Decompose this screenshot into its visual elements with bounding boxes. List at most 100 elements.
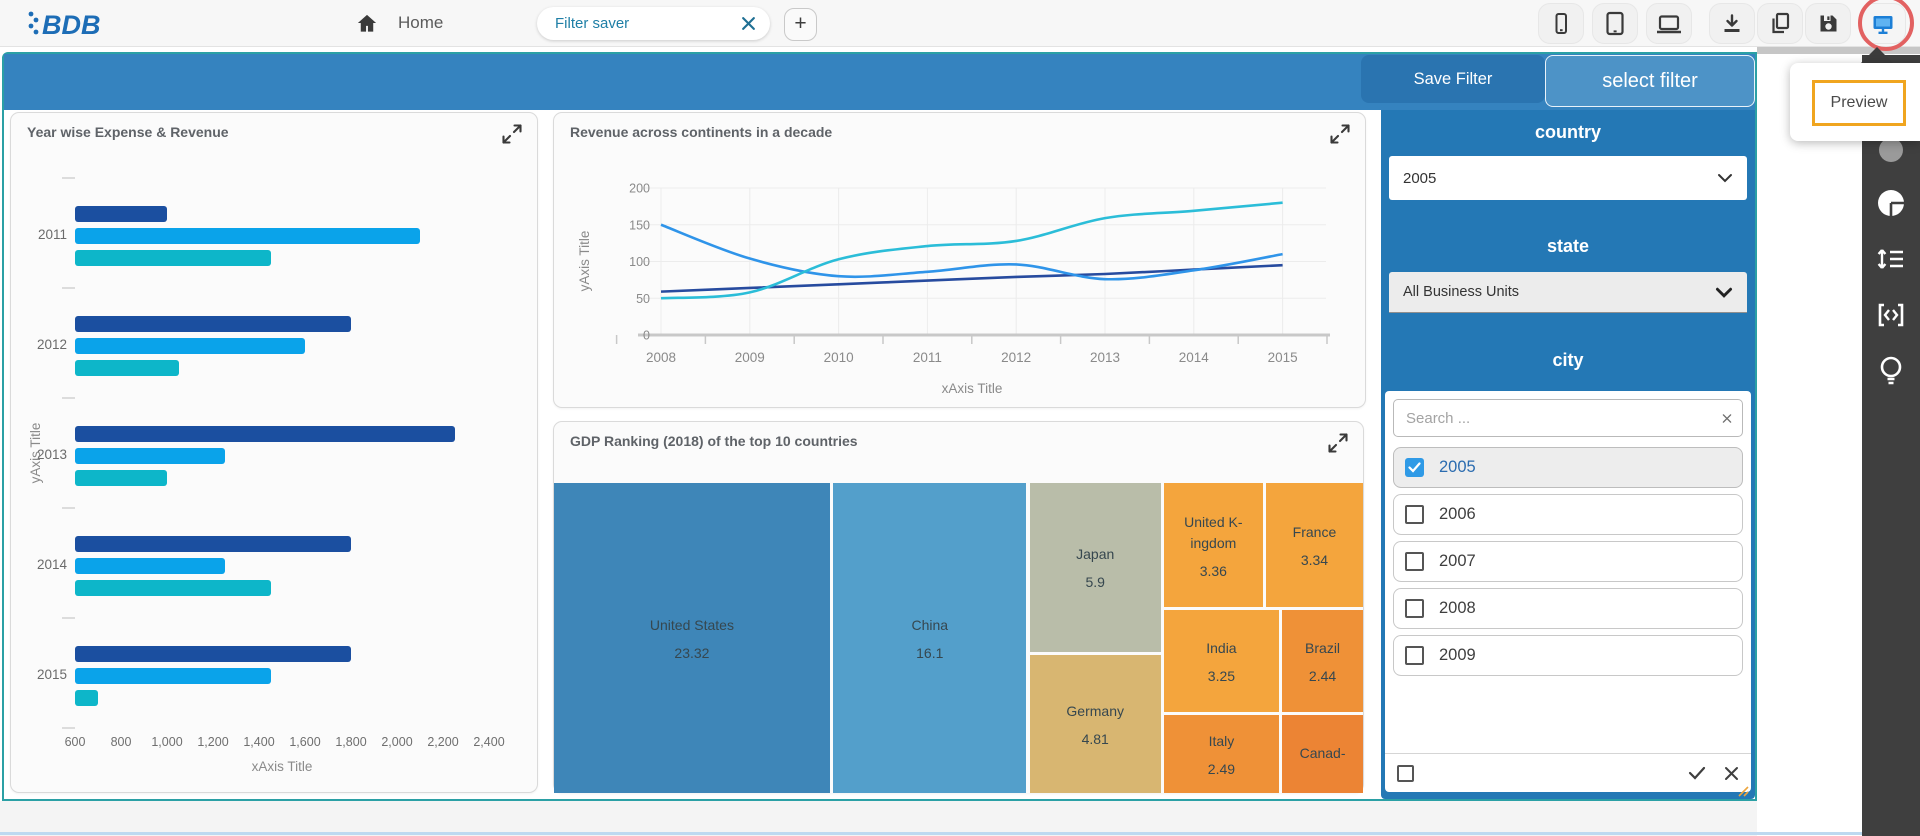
city-list-item[interactable]: 2008: [1393, 588, 1743, 629]
bar-group-label: 2015: [17, 667, 67, 682]
new-tab-button[interactable]: +: [784, 8, 817, 41]
bar-2014-series-blue[interactable]: [75, 558, 225, 574]
line-navy[interactable]: [661, 265, 1283, 291]
xaxis-tick-label: 2014: [1159, 350, 1229, 365]
xaxis-tick-label: 2013: [1070, 350, 1140, 365]
close-tab-icon[interactable]: [741, 16, 756, 31]
bar-2011-series-navy[interactable]: [75, 206, 167, 222]
bar-2014-series-teal[interactable]: [75, 580, 271, 596]
treemap-tile-united-k-[interactable]: United K- ingdom3.36: [1164, 483, 1263, 607]
sort-list-icon[interactable]: [1876, 247, 1906, 276]
xaxis-tick-label: 600: [49, 735, 101, 749]
download-button[interactable]: [1709, 3, 1755, 44]
country-select[interactable]: 2005: [1389, 156, 1747, 200]
yaxis-tick: [62, 287, 75, 289]
city-item-label: 2006: [1439, 505, 1476, 524]
copy-button[interactable]: [1757, 3, 1803, 44]
expand-treemap-button[interactable]: [1325, 430, 1351, 456]
treemap-tile-germany[interactable]: Germany4.81: [1030, 655, 1161, 793]
treemap-tile-canad-[interactable]: Canad-: [1282, 715, 1363, 793]
line-blue[interactable]: [661, 225, 1283, 280]
treemap-tile-value: 2.44: [1309, 668, 1336, 684]
bar-2013-series-teal[interactable]: [75, 470, 167, 486]
chevron-down-icon: [1717, 173, 1733, 183]
page-bottom-line: [0, 832, 1862, 835]
treemap-tile-label: France: [1293, 522, 1337, 543]
document-tab-filter-saver[interactable]: Filter saver: [537, 7, 770, 40]
treemap-tile-brazil[interactable]: Brazil 2.44: [1282, 610, 1363, 712]
bar-2012-series-navy[interactable]: [75, 316, 351, 332]
bar-2013-series-navy[interactable]: [75, 426, 455, 442]
laptop-preview-button[interactable]: [1646, 3, 1692, 44]
bar-2013-series-blue[interactable]: [75, 448, 225, 464]
city-list-item[interactable]: 2006: [1393, 494, 1743, 535]
laptop-icon: [1655, 12, 1683, 36]
select-all-checkbox[interactable]: [1397, 765, 1414, 782]
bdb-logo[interactable]: BDB: [26, 8, 116, 40]
treemap-tile-value: 3.25: [1208, 668, 1235, 684]
bar-2012-series-blue[interactable]: [75, 338, 305, 354]
chevron-down-icon: [1715, 287, 1733, 298]
home-icon[interactable]: [355, 12, 379, 35]
clear-search-icon[interactable]: [1712, 413, 1742, 424]
treemap-tile-india[interactable]: India3.25: [1164, 610, 1279, 712]
apply-check-icon[interactable]: [1688, 766, 1706, 780]
code-icon[interactable]: [1876, 301, 1906, 334]
bar-2011-series-teal[interactable]: [75, 250, 271, 266]
checkbox-unchecked[interactable]: [1405, 599, 1424, 618]
doughnut-chart-icon[interactable]: [1876, 188, 1906, 223]
treemap-tile-china[interactable]: China16.1: [833, 483, 1026, 793]
treemap-tile-france[interactable]: France 3.34: [1266, 483, 1363, 607]
treemap-tile-united-states[interactable]: United States23.32: [554, 483, 830, 793]
tab-save-filter[interactable]: Save Filter: [1361, 55, 1545, 103]
state-select-value: All Business Units: [1403, 284, 1519, 300]
state-select[interactable]: All Business Units: [1389, 272, 1747, 313]
xaxis-tick-label: 2010: [804, 350, 874, 365]
preview-label: Preview: [1831, 94, 1888, 112]
treemap-tile-italy[interactable]: Italy2.49: [1164, 715, 1279, 793]
circle-icon[interactable]: [1879, 138, 1903, 162]
yaxis-tick-label: 50: [636, 292, 650, 306]
bar-2014-series-navy[interactable]: [75, 536, 351, 552]
bar-2015-series-navy[interactable]: [75, 646, 351, 662]
treemap-tile-value: 4.81: [1082, 731, 1109, 747]
city-item-label: 2009: [1439, 646, 1476, 665]
checkbox-unchecked[interactable]: [1405, 505, 1424, 524]
treemap-tile-value: 3.34: [1301, 552, 1328, 568]
bar-2011-series-blue[interactable]: [75, 228, 420, 244]
desktop-preview-button[interactable]: [1860, 3, 1906, 44]
save-button[interactable]: [1805, 3, 1851, 44]
xaxis-tick-label: 1,400: [233, 735, 285, 749]
city-search-input[interactable]: [1394, 410, 1712, 427]
line-cyan[interactable]: [661, 203, 1283, 299]
mobile-preview-button[interactable]: [1538, 3, 1584, 44]
bar-chart-card: Year wise Expense & Revenue 201120122013…: [10, 112, 538, 793]
clear-x-icon[interactable]: [1724, 766, 1739, 781]
city-heading: city: [1381, 350, 1755, 371]
city-list-item[interactable]: 2009: [1393, 635, 1743, 676]
tablet-preview-button[interactable]: [1592, 3, 1638, 44]
city-list-item[interactable]: 2007: [1393, 541, 1743, 582]
yaxis-tick: [62, 177, 75, 179]
resize-handle-icon[interactable]: [1735, 783, 1749, 797]
city-list-item[interactable]: 2005: [1393, 447, 1743, 488]
treemap-tile-japan[interactable]: Japan5.9: [1030, 483, 1161, 652]
tab-select-filter[interactable]: select filter: [1545, 55, 1755, 107]
city-item-label: 2005: [1439, 458, 1476, 477]
lightbulb-icon[interactable]: [1878, 355, 1904, 392]
bar-chart-yaxis-title: yAxis Title: [28, 388, 44, 518]
checkbox-checked[interactable]: [1405, 458, 1424, 477]
bar-2015-series-teal[interactable]: [75, 690, 98, 706]
bar-2015-series-blue[interactable]: [75, 668, 271, 684]
top-navbar: BDB Home Filter saver +: [0, 0, 1920, 47]
bar-2012-series-teal[interactable]: [75, 360, 179, 376]
checkbox-unchecked[interactable]: [1405, 552, 1424, 571]
checkbox-unchecked[interactable]: [1405, 646, 1424, 665]
treemap-tile-label: Brazil: [1305, 638, 1340, 659]
city-item-label: 2007: [1439, 552, 1476, 571]
home-label[interactable]: Home: [398, 13, 443, 33]
horizontal-scrollbar[interactable]: [1757, 47, 1920, 54]
page-bottom-area: [0, 801, 1757, 836]
city-search-box: [1393, 399, 1743, 437]
bar-chart-plot: 201120122013201420156008001,0001,2001,40…: [11, 113, 537, 792]
